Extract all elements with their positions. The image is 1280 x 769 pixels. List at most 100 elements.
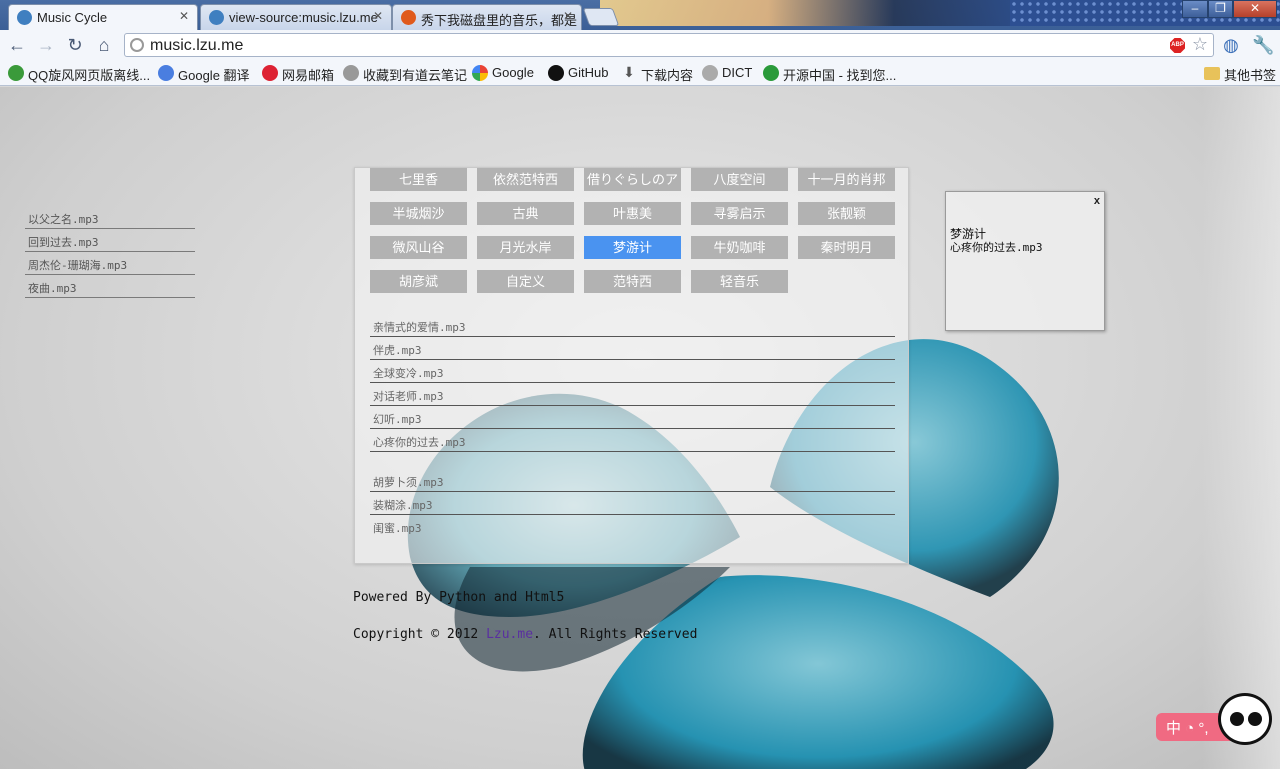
tab-ubuntu-post[interactable]: 秀下我磁盘里的音乐，都是 ✕ [392, 4, 582, 30]
left-playlist-item[interactable]: 周杰伦-珊瑚海.mp3 [25, 252, 195, 275]
qq-icon [8, 65, 24, 81]
bookmark-label: QQ旋风网页版离线... [28, 68, 151, 83]
python-icon [17, 10, 32, 25]
bookmark-star-icon[interactable]: ☆ [1192, 34, 1208, 55]
album-tag-button[interactable]: 梦游计 [584, 236, 681, 259]
album-tag-button[interactable]: 胡彦斌 [370, 270, 467, 293]
page-icon [130, 38, 144, 52]
bookmark-youdao[interactable]: 收藏到有道云笔记 [343, 65, 467, 84]
song-item[interactable]: 对话老师.mp3 [370, 383, 895, 406]
other-bookmarks[interactable]: 其他书签 [1204, 65, 1276, 84]
bookmark-163-mail[interactable]: 网易邮箱 [262, 65, 334, 84]
globe-icon [702, 65, 718, 81]
close-icon[interactable]: x [1094, 195, 1100, 207]
left-playlist-item[interactable]: 夜曲.mp3 [25, 275, 195, 298]
left-playlist: 以父之名.mp3 回到过去.mp3 周杰伦-珊瑚海.mp3 夜曲.mp3 [25, 206, 195, 298]
panda-eye [1248, 712, 1262, 726]
mail-icon [262, 65, 278, 81]
album-tag-button[interactable]: 自定义 [477, 270, 574, 293]
bookmark-label: 开源中国 - 找到您... [783, 68, 897, 83]
bookmark-github[interactable]: GitHub [548, 65, 608, 81]
album-tag-button[interactable]: 古典 [477, 202, 574, 225]
url-text[interactable]: music.lzu.me [150, 37, 243, 55]
album-tag-button[interactable]: 依然范特西 [477, 168, 574, 191]
page-footer: Powered By Python and Html5 Copyright © … [353, 590, 697, 664]
album-tag-button[interactable]: 轻音乐 [691, 270, 788, 293]
download-icon: ⬇ [623, 64, 635, 80]
close-icon[interactable]: ✕ [179, 9, 189, 23]
other-bookmarks-label: 其他书签 [1224, 68, 1277, 83]
toolbar: ← → ↻ ⌂ music.lzu.me ABP ☆ ◍ 🔧 [0, 30, 1280, 60]
python-icon [209, 10, 224, 25]
bookmark-google[interactable]: Google [472, 65, 534, 81]
album-tag-button[interactable]: 借りぐらしのア [584, 168, 681, 191]
bookmark-dict[interactable]: DICT [702, 65, 753, 81]
album-tag-button[interactable]: 牛奶咖啡 [691, 236, 788, 259]
adblock-icon[interactable]: ABP [1170, 38, 1185, 53]
bookmark-label: DICT [722, 65, 753, 80]
album-tag-button[interactable]: 范特西 [584, 270, 681, 293]
tab-title: 秀下我磁盘里的音乐，都是 [421, 13, 578, 28]
panda-mascot-icon [1218, 693, 1272, 745]
home-icon[interactable]: ⌂ [93, 34, 115, 56]
bookmark-oschina[interactable]: 开源中国 - 找到您... [763, 65, 896, 84]
bookmark-label: Google 翻译 [178, 68, 250, 83]
forward-icon[interactable]: → [35, 34, 57, 56]
album-tag-button[interactable]: 十一月的肖邦 [798, 168, 895, 191]
back-icon[interactable]: ← [6, 34, 28, 56]
album-tag-button[interactable]: 叶惠美 [584, 202, 681, 225]
song-item[interactable]: 装糊涂.mp3 [370, 492, 895, 515]
album-tag-button[interactable]: 寻雾启示 [691, 202, 788, 225]
bookmarks-bar: QQ旋风网页版离线... Google 翻译 网易邮箱 收藏到有道云笔记 Goo… [0, 60, 1280, 86]
now-playing-file: 心疼你的过去.mp3 [950, 241, 1043, 254]
album-tag-button[interactable]: 半城烟沙 [370, 202, 467, 225]
tab-view-source[interactable]: view-source:music.lzu.me ✕ [200, 4, 392, 30]
bookmark-downloads[interactable]: ⬇ 下载内容 [621, 65, 693, 84]
copyright-text: Copyright © 2012 Lzu.me. All Rights Rese… [353, 627, 697, 642]
left-playlist-item[interactable]: 以父之名.mp3 [25, 206, 195, 229]
powered-by-text: Powered By Python and Html5 [353, 590, 565, 605]
ubuntu-icon [401, 10, 416, 25]
song-item[interactable]: 心疼你的过去.mp3 [370, 429, 895, 452]
google-icon [472, 65, 488, 81]
restore-button[interactable]: ❐ [1208, 0, 1233, 18]
bookmark-qq[interactable]: QQ旋风网页版离线... [8, 65, 150, 84]
close-icon[interactable]: ✕ [373, 9, 383, 23]
panda-eye [1230, 712, 1244, 726]
song-item[interactable]: 伴虎.mp3 [370, 337, 895, 360]
minimize-button[interactable]: – [1182, 0, 1208, 18]
ime-status-widget[interactable]: 中 ◔ °, [1154, 693, 1272, 745]
new-tab-button[interactable] [582, 8, 620, 26]
address-bar[interactable]: music.lzu.me ABP ☆ [124, 33, 1214, 57]
lzu-me-link[interactable]: Lzu.me [486, 627, 533, 642]
bookmark-label: Google [492, 65, 534, 80]
reload-icon[interactable]: ↻ [64, 34, 86, 56]
page-edge-shade [1202, 87, 1280, 769]
google-translate-icon [158, 65, 174, 81]
album-tag-button[interactable]: 秦时明月 [798, 236, 895, 259]
album-tag-button[interactable]: 七里香 [370, 168, 467, 191]
tab-music-cycle[interactable]: Music Cycle ✕ [8, 4, 198, 30]
page-viewport: 以父之名.mp3 回到过去.mp3 周杰伦-珊瑚海.mp3 夜曲.mp3 七里香… [0, 87, 1280, 769]
song-item[interactable]: 闺蜜.mp3 [370, 515, 895, 538]
wrench-icon[interactable]: 🔧 [1252, 34, 1274, 56]
close-icon[interactable]: ✕ [563, 9, 573, 23]
album-tag-button[interactable]: 月光水岸 [477, 236, 574, 259]
close-window-button[interactable]: ✕ [1233, 0, 1277, 18]
bookmark-google-translate[interactable]: Google 翻译 [158, 65, 250, 84]
song-item[interactable]: 全球变冷.mp3 [370, 360, 895, 383]
left-playlist-item[interactable]: 回到过去.mp3 [25, 229, 195, 252]
album-tag-button[interactable]: 八度空间 [691, 168, 788, 191]
tab-title: view-source:music.lzu.me [229, 10, 378, 25]
tab-strip: Music Cycle ✕ view-source:music.lzu.me ✕… [0, 0, 1280, 30]
album-tag-button[interactable]: 张靓颖 [798, 202, 895, 225]
album-panel: 七里香 依然范特西 借りぐらしのア 八度空间 十一月的肖邦半城烟沙 古典 叶惠美 寻雾启示 张靓… [354, 167, 909, 564]
song-item[interactable]: 胡萝卜须.mp3 [370, 469, 895, 492]
folder-icon [1204, 67, 1220, 80]
globe-icon [343, 65, 359, 81]
song-list-spacer [370, 452, 895, 469]
album-tag-button[interactable]: 微风山谷 [370, 236, 467, 259]
song-item[interactable]: 亲情式的爱情.mp3 [370, 314, 895, 337]
extension-globe-icon[interactable]: ◍ [1220, 34, 1242, 56]
song-item[interactable]: 幻听.mp3 [370, 406, 895, 429]
